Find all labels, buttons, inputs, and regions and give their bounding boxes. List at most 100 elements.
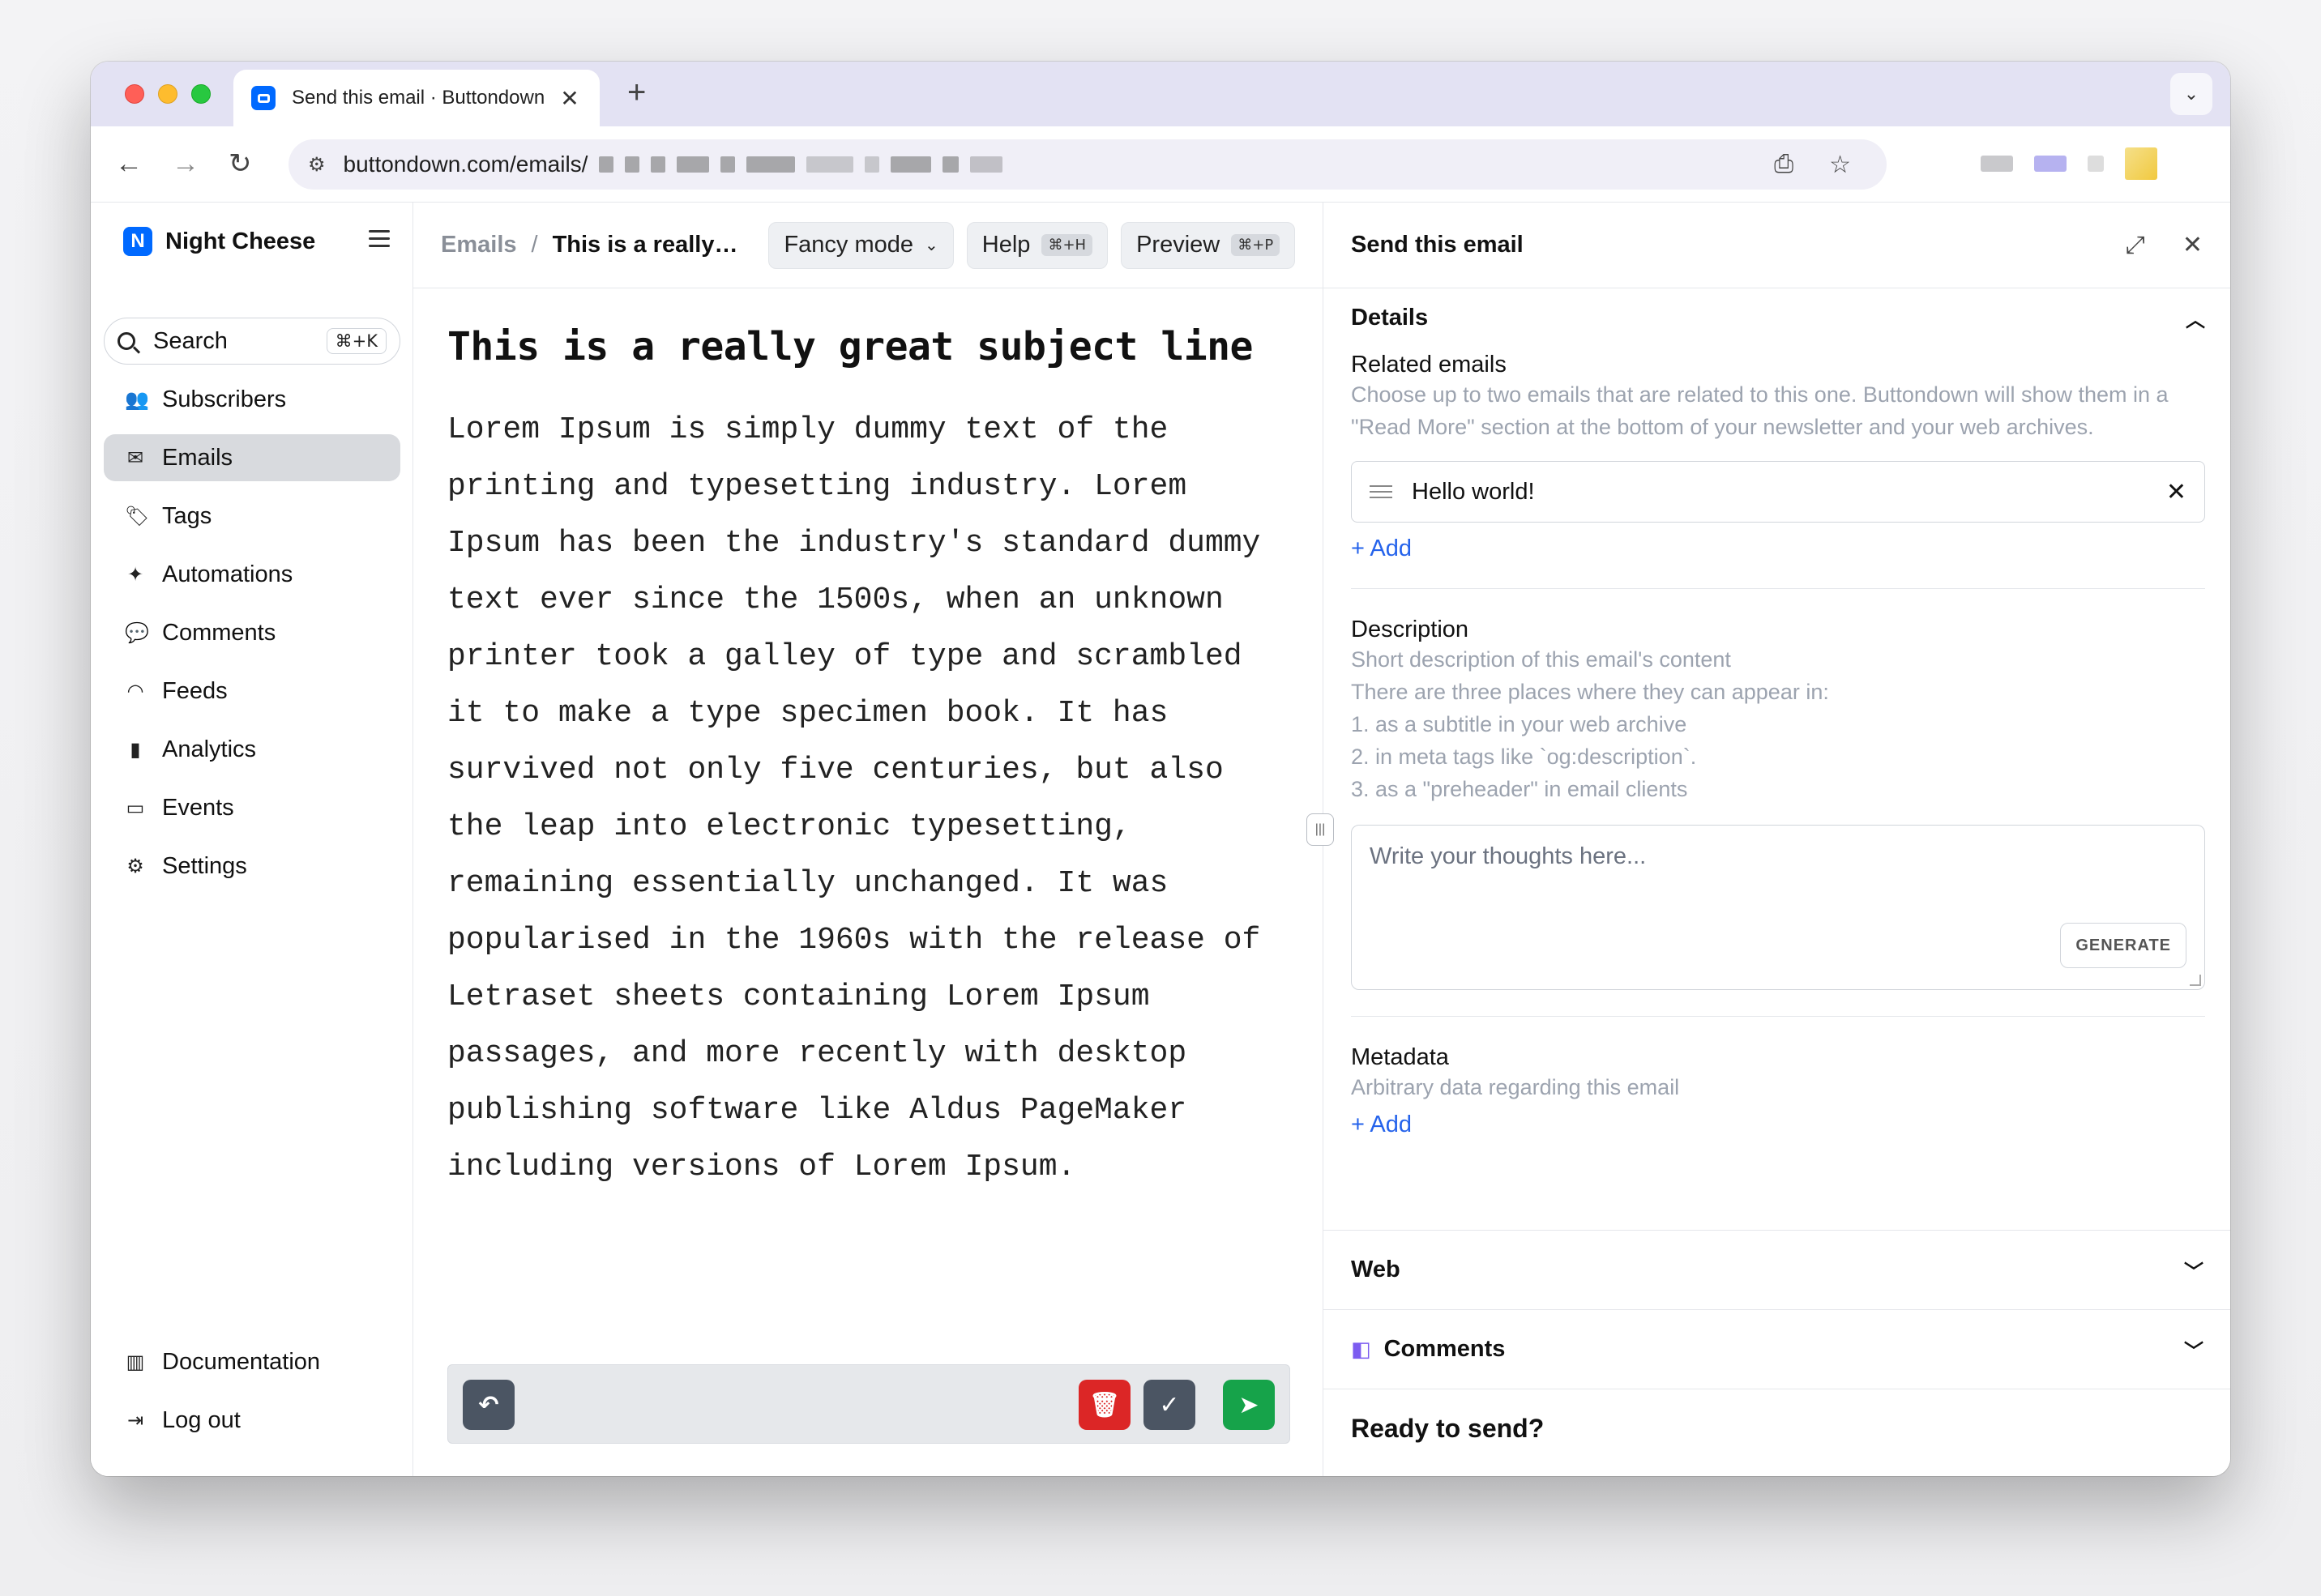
chevron-down-icon: ⌄ [925,237,938,254]
comments-icon: ◧ [1351,1337,1371,1361]
send-panel: Send this email ⤢ ✕ Details ︿ Related em… [1323,203,2230,1476]
calendar-icon: ▭ [126,796,145,819]
close-window-button[interactable] [125,84,144,104]
comments-section-header[interactable]: ◧ Comments ﹀ [1323,1309,2230,1389]
sidebar: N Night Cheese Search ⌘+K 👥 Subscribers ✉ E… [91,203,413,1476]
email-content: This is a really great subject line Lore… [447,324,1290,1196]
profile-avatar[interactable] [2125,147,2157,180]
browser-window: Send this email · Buttondown ✕ + ⌄ ← → ↻… [91,62,2230,1476]
sparkles-icon: ✦ [126,563,144,586]
sidebar-item-documentation[interactable]: ▥ Documentation [104,1338,400,1385]
sidebar-item-feeds[interactable]: ◠ Feeds [104,668,400,715]
divider [1351,1016,2205,1017]
sidebar-item-automations[interactable]: ✦ Automations [104,551,400,598]
description-label: Description [1351,617,1469,642]
close-tab-icon[interactable]: ✕ [558,85,582,112]
undo-icon[interactable]: ↶ [463,1380,515,1430]
bookmark-star-icon[interactable]: ☆ [1829,151,1851,179]
description-help: Short description of this email's conten… [1351,647,1731,672]
panel-resize-handle[interactable]: ||| [1306,813,1334,846]
editor-footer: ↶ 🗑 ✓ ➤ [447,1364,1290,1444]
editor-header: Emails / This is a really… Fancy mode ⌄ … [413,203,1323,288]
description-help: There are three places where they can ap… [1351,680,1829,704]
rss-icon: ◠ [126,680,144,702]
body-editor[interactable]: Lorem Ipsum is simply dummy text of the … [447,402,1290,1196]
generate-button[interactable]: GENERATE [2060,923,2186,968]
search-button[interactable]: Search ⌘+K [104,318,400,365]
sidebar-item-label: Documentation [162,1348,321,1375]
details-heading: Details [1351,304,1429,331]
site-info-icon[interactable]: ⚙ [308,153,326,177]
comments-heading: Comments [1383,1336,1506,1362]
extension-icon[interactable] [1981,156,2013,172]
tab-title: Send this email · Buttondown [292,87,545,109]
details-header[interactable]: Details ︿ [1351,295,2205,340]
new-tab-button[interactable]: + [627,76,646,109]
panel-title: Send this email [1351,232,1524,258]
sidebar-item-settings[interactable]: ⚙ Settings [104,843,400,890]
extensions-area [1981,147,2157,180]
add-related-email-button[interactable]: + Add [1351,536,1412,562]
extension-icon[interactable] [2034,156,2067,172]
preview-button[interactable]: Preview ⌘+P [1121,221,1296,269]
reload-icon[interactable]: ↻ [229,147,252,180]
sidebar-item-emails[interactable]: ✉ Emails [104,434,400,481]
breadcrumb-separator: / [531,232,538,258]
fancy-mode-label: Fancy mode [784,232,914,258]
help-button[interactable]: Help ⌘+H [966,221,1109,269]
sidebar-item-tags[interactable]: 🏷 Tags [104,493,400,540]
description-help: 3. as a "preheader" in email clients [1351,777,1688,801]
fancy-mode-dropdown[interactable]: Fancy mode ⌄ [768,221,954,269]
brand[interactable]: N Night Cheese [123,227,315,256]
address-bar[interactable]: ⚙ buttondown.com/emails/ ⎙ ☆ [289,139,1887,190]
web-section-header[interactable]: Web ﹀ [1323,1230,2230,1309]
install-app-icon[interactable]: ⎙ [1774,151,1793,179]
send-icon[interactable]: ➤ [1223,1380,1275,1430]
panel-header: Send this email ⤢ ✕ [1323,203,2230,288]
chevron-up-icon: ︿ [2186,309,2205,331]
email-editor: Emails / This is a really… Fancy mode ⌄ … [413,203,1323,1476]
browser-tab[interactable]: Send this email · Buttondown ✕ [233,70,600,126]
trash-icon[interactable]: 🗑 [1079,1380,1131,1430]
maximize-window-button[interactable] [191,84,211,104]
minimize-window-button[interactable] [158,84,177,104]
sidebar-item-log-out[interactable]: ⇥ Log out [104,1397,400,1444]
description-placeholder: Write your thoughts here... [1370,843,1647,869]
sidebar-item-label: Analytics [162,736,257,762]
chevron-down-icon: ﹀ [2184,1341,2203,1363]
sidebar-nav: 👥 Subscribers ✉ Emails 🏷 Tags ✦ Automations 💬 Com… [104,376,400,901]
search-icon [118,332,135,350]
extension-icon[interactable] [2088,156,2104,172]
description-textarea[interactable]: Write your thoughts here... GENERATE [1351,825,2205,990]
book-icon: ▥ [126,1351,145,1373]
subject-input[interactable]: This is a really great subject line [447,324,1290,369]
brand-name: Night Cheese [165,228,316,254]
menu-icon[interactable] [369,230,390,252]
comments-icon: 💬 [125,621,149,644]
tab-search-button[interactable]: ⌄ [2170,73,2212,115]
sidebar-item-comments[interactable]: 💬 Comments [104,609,400,656]
brand-logo: N [123,227,152,256]
help-label: Help [981,232,1031,258]
sidebar-item-label: Subscribers [162,386,287,412]
close-icon[interactable]: ✕ [2182,231,2203,259]
related-email-item[interactable]: Hello world! ✕ [1351,461,2205,523]
resize-grip-icon[interactable] [2190,975,2201,986]
sidebar-item-subscribers[interactable]: 👥 Subscribers [104,376,400,423]
preview-label: Preview [1136,232,1220,258]
sidebar-item-analytics[interactable]: ▮ Analytics [104,726,400,773]
forward-icon[interactable]: → [172,147,199,180]
back-icon[interactable]: ← [115,147,143,180]
drag-handle-icon[interactable] [1370,481,1392,502]
metadata-label: Metadata [1351,1044,1449,1070]
check-icon[interactable]: ✓ [1143,1380,1195,1430]
expand-icon[interactable]: ⤢ [2126,232,2145,259]
add-metadata-button[interactable]: + Add [1351,1112,1412,1138]
breadcrumb-emails[interactable]: Emails [441,232,517,258]
sidebar-item-events[interactable]: ▭ Events [104,784,400,831]
divider [1351,588,2205,589]
sidebar-item-label: Feeds [162,677,228,704]
remove-icon[interactable]: ✕ [2166,478,2186,506]
preview-shortcut: ⌘+P [1231,234,1280,256]
description-help: 1. as a subtitle in your web archive [1351,712,1687,736]
